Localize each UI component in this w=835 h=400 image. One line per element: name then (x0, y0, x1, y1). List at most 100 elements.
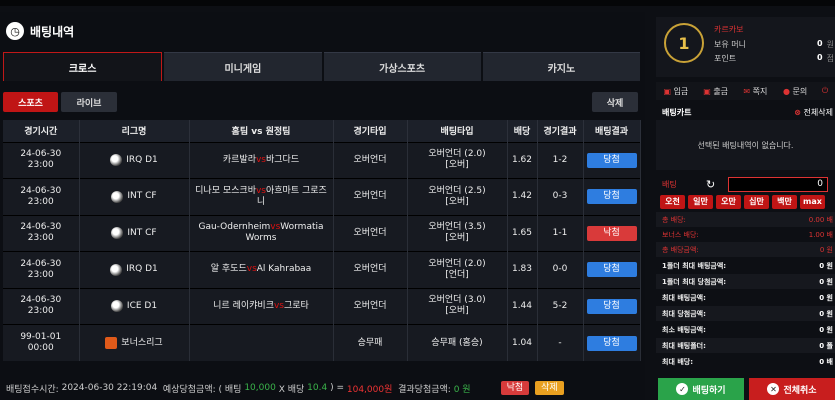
bet-amount-row: 배팅 ↻ 0 (656, 176, 835, 192)
amount-buttons: 오천 일만 오만 십만 백만 max (660, 195, 835, 209)
odds: 1.65 (507, 214, 538, 252)
league-name: INT CF (127, 191, 157, 202)
page-title: 배팅내역 (30, 24, 75, 39)
delete-button[interactable]: 삭제 (592, 92, 638, 112)
game-type: 오버언더 (333, 214, 408, 252)
limit-row: 1폴더 최대 배팅금액: 0 원 (662, 261, 833, 270)
odds: 1.83 (507, 251, 538, 288)
expected-payout: 104,000원 (346, 384, 393, 395)
live-filter-button[interactable]: 라이브 (61, 92, 117, 112)
result-badge: 낙첨 (586, 225, 637, 241)
game-type: 오버언더 (333, 141, 408, 179)
tab-casino[interactable]: 카지노 (482, 52, 640, 81)
user-profile: 1 카르카보 보유 머니 0 원 포인트 0 점 (656, 17, 835, 77)
table-row: 99-01-01 00:00 보너스리그 승무패 승무패 (홈승) 1.04 -… (3, 324, 641, 361)
check-icon: ✓ (676, 383, 689, 395)
amount-button[interactable]: 십만 (744, 195, 769, 209)
sports-filter-button[interactable]: 스포츠 (3, 92, 58, 112)
match-time: 24-06-30 23:00 (3, 141, 80, 179)
clear-cart-button[interactable]: ⊗ 전체삭제 (794, 107, 833, 118)
match-time: 24-06-30 23:00 (3, 251, 80, 288)
bet-type: 오버언더 (2.0) [언더] (407, 251, 508, 288)
game-type: 오버언더 (333, 287, 408, 325)
odds: 1.42 (507, 178, 538, 215)
limit-row: 최대 배팅금액: 0 원 (662, 293, 833, 302)
league-name: IRQ D1 (126, 154, 158, 165)
clock-icon: ◷ (6, 22, 24, 40)
score: - (537, 324, 584, 361)
betting-history-panel: ◷ 배팅내역 크로스 미니게임 가상스포츠 카지노 스포츠 라이브 삭제 경기시… (0, 12, 645, 400)
gift-icon (105, 337, 118, 349)
soccer-ball-icon (110, 154, 123, 167)
inquiry-link[interactable]: ● 문의 (775, 86, 815, 97)
tab-virtual-sports[interactable]: 가상스포츠 (323, 52, 481, 81)
total-odds: 10.4 (307, 383, 328, 393)
limit-row: 최대 배팅폴더: 0 폴 (656, 338, 835, 353)
page-header: ◷ 배팅내역 (0, 12, 645, 50)
match-time: 99-01-01 00:00 (3, 324, 80, 361)
message-link[interactable]: ✉ 쪽지 (736, 86, 776, 97)
money-label: 보유 머니 (714, 40, 746, 49)
odds: 1.04 (507, 324, 538, 361)
soccer-ball-icon (111, 227, 124, 240)
refresh-icon[interactable]: ↻ (706, 178, 720, 191)
league-name: 보너스리그 (121, 337, 163, 348)
tab-cross[interactable]: 크로스 (3, 52, 163, 81)
column-header: 배팅타입 (407, 120, 508, 142)
deposit-link[interactable]: ▣ 입금 (656, 86, 696, 97)
column-header: 경기결과 (537, 120, 584, 142)
tab-minigame[interactable]: 미니게임 (164, 52, 322, 81)
limit-row: 최대 배당: 0 배 (662, 357, 833, 366)
table-row: 24-06-30 23:00 INT CF 디나모 모스크바vs아흐마트 그로즈… (3, 178, 641, 215)
limit-row: 최대 당첨금액: 0 원 (656, 306, 835, 321)
teams: 디나모 모스크바vs아흐마트 그로즈니 (189, 178, 334, 215)
stake-amount: 10,000 (244, 383, 276, 393)
delete-bet-button[interactable]: 삭제 (535, 381, 564, 395)
amount-button[interactable]: 오만 (716, 195, 741, 209)
league-name: IRQ D1 (126, 264, 158, 275)
teams: 알 후도드vsAl Kahrabaa (189, 251, 334, 288)
limit-row: 1폴더 최대 당첨금액: 0 원 (656, 274, 835, 289)
teams: 니르 레이캬비크vs그로타 (189, 287, 334, 325)
bet-cart-title: 배팅카트 (662, 107, 692, 117)
place-bet-button[interactable]: ✓ 배팅하기 (658, 378, 744, 400)
amount-button[interactable]: 오천 (660, 195, 685, 209)
column-header: 경기타입 (333, 120, 408, 142)
total-odds-row: 총 배당: 0.00 배 (656, 212, 835, 227)
game-type: 오버언더 (333, 178, 408, 215)
bet-time: 2024-06-30 22:19:04 (61, 383, 158, 393)
money-value: 0 (817, 39, 823, 48)
withdraw-link[interactable]: ▣ 출금 (696, 86, 736, 97)
total-amount-row: 총 배당금액: 0 원 (656, 242, 835, 257)
score: 0-0 (537, 251, 584, 288)
limit-row: 최소 배팅금액: 0 원 (662, 325, 833, 334)
amount-button[interactable]: 백만 (772, 195, 797, 209)
quick-menu: ▣ 입금 ▣ 출금 ✉ 쪽지 ● 문의 ⏻ (656, 82, 835, 100)
username: 카르카보 (714, 25, 744, 34)
result-badge: 당첨 (586, 152, 637, 168)
bonus-odds-row: 보너스 배당: 1.00 배 (662, 230, 833, 239)
teams (189, 324, 334, 361)
score: 5-2 (537, 287, 584, 325)
odds: 1.44 (507, 287, 538, 325)
filter-bar: 스포츠 라이브 삭제 (3, 92, 640, 112)
match-time: 24-06-30 23:00 (3, 287, 80, 325)
game-type: 승무패 (333, 324, 408, 361)
power-icon[interactable]: ⏻ (815, 86, 835, 96)
cancel-all-button[interactable]: ✕ 전체취소 (749, 378, 835, 400)
column-header: 배당 (507, 120, 538, 142)
bet-amount-input[interactable]: 0 (728, 176, 828, 192)
point-label: 포인트 (714, 54, 737, 63)
league-name: ICE D1 (126, 300, 158, 311)
bet-type: 오버언더 (2.5) [오버] (407, 178, 508, 215)
column-header: 리그명 (79, 120, 190, 142)
amount-button[interactable]: 일만 (688, 195, 713, 209)
bet-label: 배팅 (662, 179, 677, 189)
score: 1-1 (537, 214, 584, 252)
amount-max-button[interactable]: max (800, 195, 825, 209)
close-icon: ✕ (767, 383, 780, 395)
soccer-ball-icon (110, 263, 123, 276)
result-badge: 당첨 (586, 262, 637, 278)
bet-cart-header: 배팅카트 ⊗ 전체삭제 (656, 104, 835, 120)
match-time: 24-06-30 23:00 (3, 178, 80, 215)
